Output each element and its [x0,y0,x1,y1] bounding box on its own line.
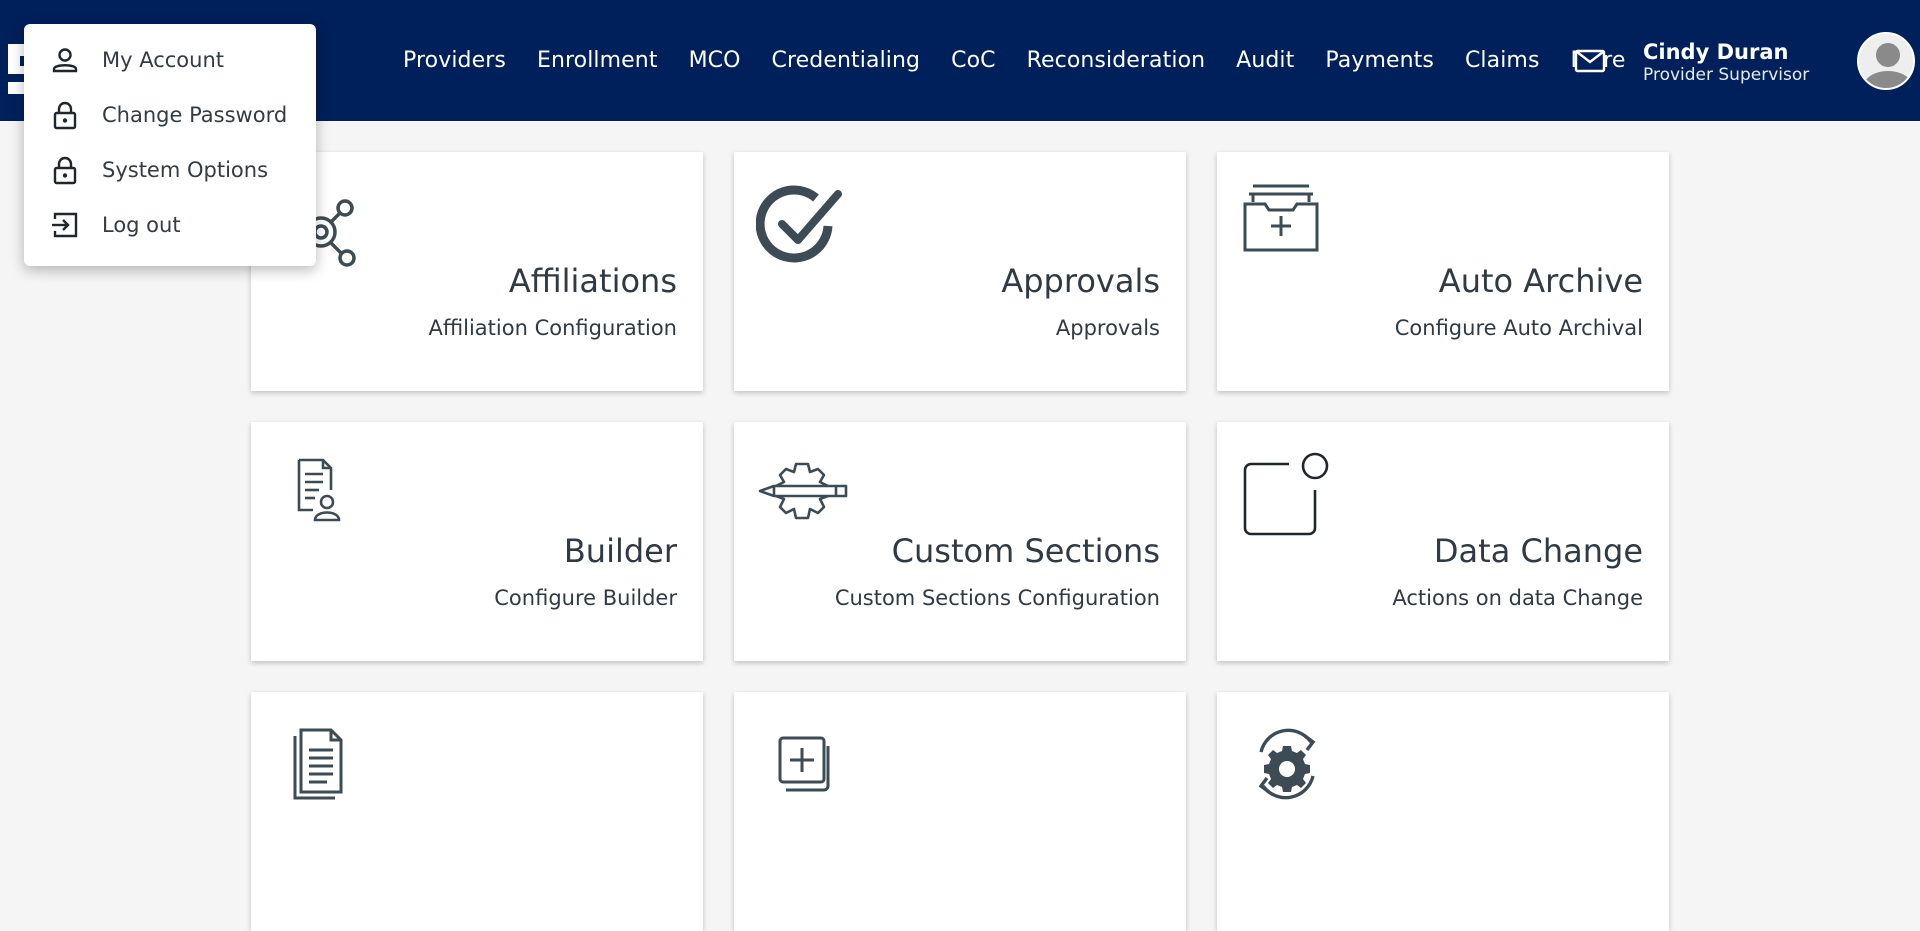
card-subtitle: Approvals [1055,316,1160,340]
card-gear-sync[interactable] [1217,692,1669,931]
avatar-icon [1859,34,1913,88]
menu-item-label: My Account [102,47,225,72]
card-auto-archive[interactable]: Auto Archive Configure Auto Archival [1217,152,1669,391]
nav-coc[interactable]: CoC [951,48,995,73]
user-role: Provider Supervisor [1643,65,1810,85]
card-data-change[interactable]: Data Change Actions on data Change [1217,422,1669,661]
check-circle-icon [756,185,842,263]
document-user-icon [297,458,341,522]
user-info[interactable]: Cindy Duran Provider Supervisor [1643,40,1809,86]
card-subtitle: Actions on data Change [1392,586,1643,610]
main-navigation: Providers Enrollment MCO Credentialing C… [403,44,1625,76]
menu-item-label: System Options [102,157,269,182]
nav-reconsideration[interactable]: Reconsideration [1027,48,1206,73]
card-affiliations[interactable]: Affiliations Affiliation Configuration [251,152,703,391]
card-title: Affiliations [508,262,677,300]
menu-item-label: Log out [102,212,181,237]
card-custom-sections[interactable]: Custom Sections Custom Sections Configur… [734,422,1186,661]
nav-claims[interactable]: Claims [1465,48,1540,73]
card-subtitle: Custom Sections Configuration [834,586,1160,610]
documents-icon [293,728,343,800]
card-add-copy[interactable] [734,692,1186,931]
notification-square-icon [1243,452,1329,536]
lock-icon [53,156,77,184]
nav-providers[interactable]: Providers [403,48,506,73]
configuration-card-grid: Affiliations Affiliation Configuration A… [251,152,1669,931]
avatar[interactable] [1857,32,1915,90]
menu-item-change-password[interactable]: Change Password [24,87,316,142]
card-documents[interactable] [251,692,703,931]
nav-audit[interactable]: Audit [1236,48,1294,73]
gear-pencil-icon [758,462,848,520]
card-approvals[interactable]: Approvals Approvals [734,152,1186,391]
logout-icon [52,212,78,237]
card-title: Data Change [1433,532,1643,570]
menu-item-log-out[interactable]: Log out [24,197,316,252]
card-subtitle: Configure Auto Archival [1394,316,1643,340]
menu-item-label: Change Password [102,102,288,127]
card-title: Approvals [1001,262,1160,300]
card-builder[interactable]: Builder Configure Builder [251,422,703,661]
mail-icon[interactable] [1574,49,1606,73]
archive-tray-icon [1243,184,1319,252]
add-copy-icon [778,736,830,792]
nav-mco[interactable]: MCO [689,48,741,73]
card-title: Auto Archive [1438,262,1643,300]
card-title: Custom Sections [891,532,1160,570]
person-icon [52,47,78,72]
lock-icon [53,101,77,129]
nav-enrollment[interactable]: Enrollment [537,48,658,73]
nav-credentialing[interactable]: Credentialing [772,48,921,73]
user-name: Cindy Duran [1643,40,1789,64]
menu-item-my-account[interactable]: My Account [24,32,316,87]
card-title: Builder [563,532,677,570]
gear-sync-icon [1258,728,1316,800]
card-subtitle: Configure Builder [494,586,677,610]
nav-payments[interactable]: Payments [1325,48,1434,73]
user-dropdown-menu: My Account Change Password System Option… [24,24,316,266]
menu-item-system-options[interactable]: System Options [24,142,316,197]
card-subtitle: Affiliation Configuration [428,316,677,340]
